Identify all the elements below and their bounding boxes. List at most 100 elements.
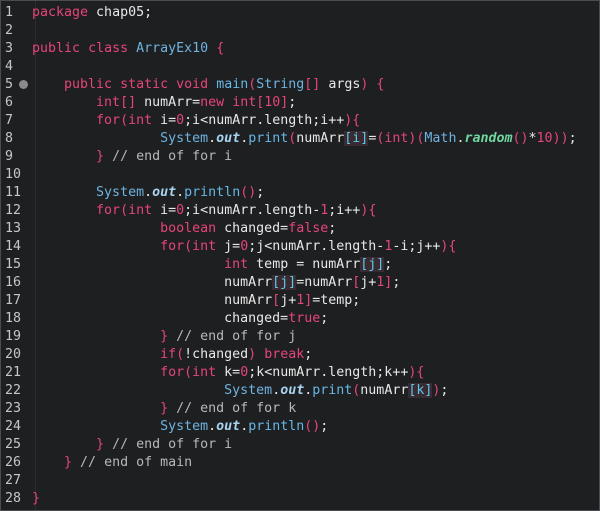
code-line[interactable]: 6 int[] numArr=new int[10]; — [1, 94, 600, 112]
code-line[interactable]: 4 — [1, 58, 600, 76]
code-token: for — [160, 365, 185, 380]
code-token: int — [128, 203, 153, 218]
code-token: package — [32, 5, 89, 20]
code-line[interactable]: 28} — [1, 490, 600, 508]
code-token: break — [264, 347, 305, 362]
line-content: for(int k=0;k<numArr.length;k++){ — [32, 364, 424, 382]
line-content: boolean changed=false; — [32, 220, 336, 238]
code-token: ; — [304, 347, 313, 362]
code-token: [j] — [272, 275, 297, 290]
code-token: ( — [120, 113, 129, 128]
code-line[interactable]: 14 for(int j=0;j<numArr.length-1-i;j++){ — [1, 238, 600, 256]
code-token: int — [224, 257, 249, 272]
code-token: print — [312, 383, 353, 398]
line-content: } // end of main — [32, 454, 192, 472]
code-token: . — [144, 185, 153, 200]
line-number: 18 — [5, 311, 22, 326]
code-token: =numArr — [296, 275, 353, 290]
fold-toggle-icon[interactable] — [19, 80, 28, 89]
code-token: boolean — [160, 221, 217, 236]
line-number: 7 — [5, 113, 14, 128]
code-line[interactable]: 8 System.out.print(numArr[i]=(int)(Math.… — [1, 130, 600, 148]
code-line[interactable]: 18 changed=true; — [1, 310, 600, 328]
code-line[interactable]: 23 } // end of for k — [1, 400, 600, 418]
code-token: numArr — [296, 131, 345, 146]
code-token: () — [240, 185, 257, 200]
code-line[interactable]: 19 } // end of for j — [1, 328, 600, 346]
line-number: 14 — [5, 239, 22, 254]
line-number: 22 — [5, 383, 22, 398]
code-token: ;i<numArr.length;i++ — [184, 113, 345, 128]
code-line[interactable]: 11 System.out.println(); — [1, 184, 600, 202]
line-number: 4 — [5, 59, 14, 74]
line-number: 15 — [5, 257, 22, 272]
code-token: { — [368, 203, 377, 218]
code-token: . — [240, 131, 249, 146]
line-number: 24 — [5, 419, 22, 434]
code-token: j= — [216, 239, 241, 254]
code-line[interactable]: 26 } // end of main — [1, 454, 600, 472]
code-token: [k] — [408, 383, 433, 398]
code-line[interactable]: 3 public class ArrayEx10 { — [1, 40, 600, 58]
line-number: 21 — [5, 365, 22, 380]
code-line[interactable]: 10 — [1, 166, 600, 184]
code-line[interactable]: 5 public static void main(String[] args)… — [1, 76, 600, 94]
line-content: } // end of for i — [32, 436, 232, 454]
code-line[interactable]: 22 System.out.print(numArr[k]); — [1, 382, 600, 400]
code-line[interactable]: 17 numArr[j+1]=temp; — [1, 292, 600, 310]
code-token: 0 — [176, 203, 185, 218]
code-line[interactable]: 2 — [1, 22, 600, 40]
code-line[interactable]: 25 } // end of for i — [1, 436, 600, 454]
code-token: new — [200, 95, 225, 110]
code-token: changed= — [216, 221, 289, 236]
code-line[interactable]: 1 package chap05; — [1, 4, 600, 22]
code-token: out — [216, 131, 241, 146]
code-line[interactable]: 12 for(int i=0;i<numArr.length-1;i++){ — [1, 202, 600, 220]
code-line[interactable]: 15 int temp = numArr[j]; — [1, 256, 600, 274]
code-token: [j] — [360, 257, 385, 272]
line-content: numArr[j+1]=temp; — [32, 292, 360, 310]
code-token: // end of for j — [168, 329, 297, 344]
code-editor[interactable]: 1 package chap05; 2 3 public class ArrayEx10… — [0, 0, 600, 511]
code-token: static — [120, 77, 169, 92]
code-line[interactable]: 20 if(!changed) break; — [1, 346, 600, 364]
code-token: int — [128, 113, 153, 128]
code-line[interactable]: 16 numArr[j]=numArr[j+1]; — [1, 274, 600, 292]
line-number: 20 — [5, 347, 22, 362]
code-line[interactable]: 24 System.out.println(); — [1, 418, 600, 436]
code-line[interactable]: 9 } // end of for i — [1, 148, 600, 166]
code-line[interactable]: 7 for(int i=0;i<numArr.length;i++){ — [1, 112, 600, 130]
code-line[interactable]: 13 boolean changed=false; — [1, 220, 600, 238]
code-token: System — [160, 131, 209, 146]
code-token: . — [208, 419, 217, 434]
code-token: ; — [288, 95, 297, 110]
code-token: for — [160, 239, 185, 254]
code-line[interactable]: 27 — [1, 472, 600, 490]
line-number: 25 — [5, 437, 22, 452]
code-token: i= — [152, 203, 177, 218]
code-token: 10 — [536, 131, 553, 146]
line-content: package chap05; — [32, 4, 152, 22]
code-token: // end of for i — [104, 437, 233, 452]
line-content: System.out.print(numArr[i]=(int)(Math.ra… — [32, 130, 577, 148]
code-token: void — [176, 77, 209, 92]
code-area[interactable]: 1 package chap05; 2 3 public class ArrayEx10… — [1, 4, 600, 508]
code-token: ;k<numArr.length;k++ — [248, 365, 409, 380]
line-number: 12 — [5, 203, 22, 218]
code-token: 0 — [176, 113, 185, 128]
code-token: . — [240, 419, 249, 434]
code-token: main — [216, 77, 249, 92]
line-number: 28 — [5, 491, 22, 506]
code-token: { — [216, 41, 225, 56]
code-token: } — [32, 491, 41, 506]
code-line[interactable]: 21 for(int k=0;k<numArr.length;k++){ — [1, 364, 600, 382]
